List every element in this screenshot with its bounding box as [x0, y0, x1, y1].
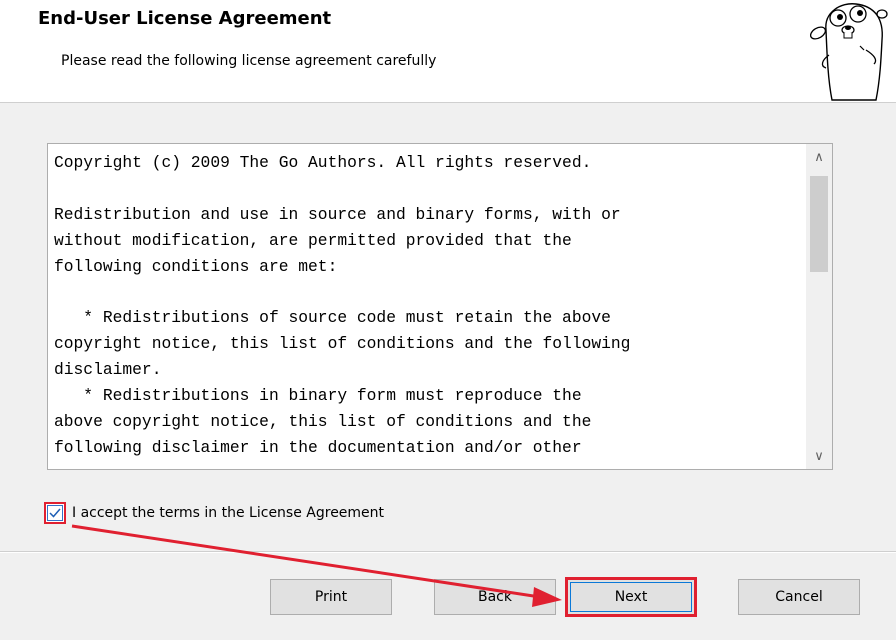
accept-terms-checkbox[interactable] [44, 502, 66, 524]
back-button[interactable]: Back [434, 579, 556, 615]
footer-divider [0, 551, 896, 553]
accept-terms-label[interactable]: I accept the terms in the License Agreem… [72, 505, 384, 521]
license-scrollbar[interactable]: ∧ ∨ [806, 144, 832, 469]
next-button-label: Next [570, 582, 692, 612]
license-textbox[interactable]: Copyright (c) 2009 The Go Authors. All r… [47, 143, 833, 470]
header-banner: End-User License Agreement Please read t… [0, 0, 896, 103]
next-button[interactable]: Next [565, 577, 697, 617]
checkmark-icon [47, 505, 63, 521]
accept-terms-row[interactable]: I accept the terms in the License Agreem… [44, 496, 384, 530]
chevron-up-icon[interactable]: ∧ [806, 144, 832, 170]
chevron-down-icon[interactable]: ∨ [806, 443, 832, 469]
print-button[interactable]: Print [270, 579, 392, 615]
scrollbar-thumb[interactable] [810, 176, 828, 272]
cancel-button[interactable]: Cancel [738, 579, 860, 615]
page-title: End-User License Agreement [38, 8, 332, 29]
page-subtitle: Please read the following license agreem… [61, 53, 437, 69]
go-gopher-icon [809, 3, 888, 101]
license-text: Copyright (c) 2009 The Go Authors. All r… [54, 153, 631, 457]
